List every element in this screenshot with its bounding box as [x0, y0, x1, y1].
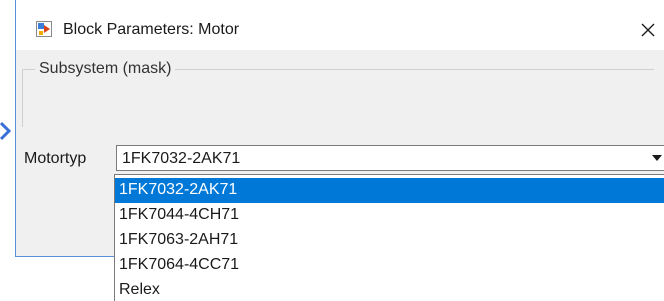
dropdown-option[interactable]: 1FK7044-4CH71	[115, 203, 664, 228]
motortyp-label: Motortyp	[24, 150, 87, 167]
dropdown-option[interactable]: 1FK7032-2AK71	[115, 178, 664, 203]
motortyp-dropdown[interactable]: 1FK7032-2AK71	[116, 145, 664, 171]
chevron-right-icon	[0, 121, 12, 141]
close-button[interactable]	[635, 17, 661, 43]
chevron-down-icon[interactable]	[652, 155, 662, 161]
simulink-block-icon	[36, 21, 52, 37]
close-icon	[641, 23, 655, 37]
dropdown-option[interactable]: 1FK7064-4CC71	[115, 253, 664, 278]
group-title: Subsystem (mask)	[35, 59, 176, 79]
dropdown-option[interactable]: 1FK7063-2AH71	[115, 228, 664, 253]
dropdown-option-list: 1FK7032-2AK71 1FK7044-4CH71 1FK7063-2AH7…	[114, 174, 664, 301]
dropdown-option[interactable]: Relex	[115, 278, 664, 301]
dropdown-selected-value: 1FK7032-2AK71	[122, 150, 241, 167]
screen: Block Parameters: Motor Subsystem (mask)…	[0, 0, 664, 301]
window-title: Block Parameters: Motor	[63, 21, 240, 38]
title-bar[interactable]: Block Parameters: Motor	[16, 0, 664, 50]
